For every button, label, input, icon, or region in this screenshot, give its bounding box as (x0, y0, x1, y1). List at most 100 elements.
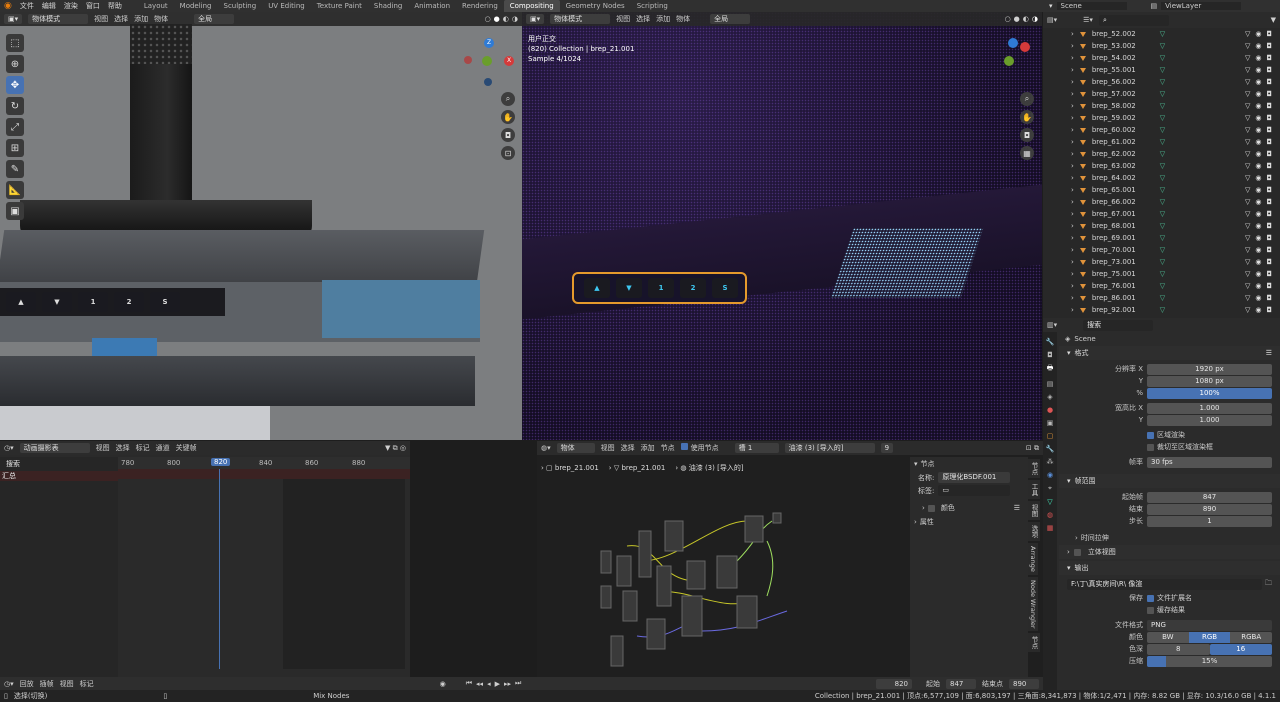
menu-view[interactable]: 视图 (616, 14, 630, 24)
filter-icon[interactable]: ▽ (1245, 306, 1250, 314)
material-select[interactable]: 油漆 (3) [导入的] (784, 443, 875, 453)
object-name[interactable]: brep_75.001 (1092, 270, 1136, 278)
menu-edit[interactable]: 编辑 (42, 1, 56, 11)
eye-icon[interactable]: ◉ (1255, 66, 1261, 74)
eye-icon[interactable]: ◉ (1255, 234, 1261, 242)
expand-arrow-icon[interactable]: › (1071, 90, 1074, 98)
breadcrumb-mesh[interactable]: › ▽ brep_21.001 (609, 464, 666, 472)
res-y-field[interactable]: 1080 px (1147, 375, 1272, 387)
zoom-icon[interactable]: ⌕ (501, 92, 515, 106)
pin-icon[interactable]: ⊡ ⧉ (1026, 444, 1039, 453)
axis-gizmo[interactable]: Z X (464, 38, 520, 94)
camera-icon[interactable]: ◘ (1266, 306, 1272, 314)
solid-shading-icon[interactable]: ● (494, 15, 500, 23)
outliner-row[interactable]: › brep_65.001 ▽ ▽ ◉ ◘ (1043, 184, 1280, 196)
menu-help[interactable]: 帮助 (108, 1, 122, 11)
editor-type-icon[interactable]: ▣▾ (4, 14, 23, 24)
expand-arrow-icon[interactable]: › (1071, 30, 1074, 38)
camera-icon[interactable]: ◘ (1266, 282, 1272, 290)
scale-icon[interactable]: ⤢ (6, 118, 24, 136)
filter-icon[interactable]: ▽ (1245, 42, 1250, 50)
file-format-select[interactable]: PNG (1147, 619, 1272, 631)
expand-arrow-icon[interactable]: › (1071, 234, 1074, 242)
move-icon[interactable]: ✥ (6, 76, 24, 94)
view-layer-name[interactable]: ViewLayer (1161, 2, 1242, 10)
outliner-row[interactable]: › brep_59.002 ▽ ▽ ◉ ◘ (1043, 112, 1280, 124)
expand-arrow-icon[interactable]: › (1071, 66, 1074, 74)
record-button[interactable]: ◉ (440, 680, 446, 688)
rendered-shading-icon[interactable]: ◑ (1032, 15, 1038, 23)
wire-shading-icon[interactable]: ○ (1005, 15, 1011, 23)
outliner-row[interactable]: › brep_64.002 ▽ ▽ ◉ ◘ (1043, 172, 1280, 184)
node-graph[interactable] (597, 501, 857, 671)
summary-channel[interactable]: 汇总 (0, 471, 118, 481)
camera-icon[interactable]: ◘ (1266, 198, 1272, 206)
filter-icon[interactable]: ▽ (1245, 198, 1250, 206)
menu-select[interactable]: 选择 (116, 443, 130, 453)
data-tab-icon[interactable]: ▽ (1047, 498, 1052, 506)
menu-object[interactable]: 物体 (154, 14, 168, 24)
outliner-row[interactable]: › brep_61.002 ▽ ▽ ◉ ◘ (1043, 136, 1280, 148)
view-layer-tab-icon[interactable]: ▤ (1047, 380, 1054, 388)
expand-arrow-icon[interactable]: › (1071, 210, 1074, 218)
breadcrumb-object[interactable]: › ▢ brep_21.001 (541, 464, 599, 472)
menu-view[interactable]: 视图 (94, 14, 108, 24)
frame-start-field[interactable]: 847 (1147, 491, 1272, 503)
expand-arrow-icon[interactable]: › (1071, 150, 1074, 158)
display-mode-icon[interactable]: ☰▾ (1083, 16, 1093, 24)
object-name[interactable]: brep_76.001 (1092, 282, 1136, 290)
filter-icon[interactable]: ▽ (1245, 294, 1250, 302)
filter-icon[interactable]: ▽ (1245, 54, 1250, 62)
color-rgba[interactable]: RGBA (1230, 631, 1273, 643)
camera-icon[interactable]: ◘ (1266, 174, 1272, 182)
node-editor-icon[interactable]: ◍▾ (541, 444, 551, 452)
time-stretch-header[interactable]: › 时间拉伸 (1059, 531, 1280, 545)
frame-range-header[interactable]: ▾ 帧范围 (1059, 474, 1280, 488)
eye-icon[interactable]: ◉ (1255, 306, 1261, 314)
menu-file[interactable]: 文件 (20, 1, 34, 11)
users-count[interactable]: 9 (880, 443, 894, 453)
node-color-section[interactable]: › 颜色 ☰ (910, 501, 1028, 515)
timeline-end-field[interactable]: 890 (1009, 678, 1039, 689)
object-tab-icon[interactable]: ▢ (1047, 432, 1054, 440)
object-name[interactable]: brep_66.002 (1092, 198, 1136, 206)
lock-icon[interactable]: ⊡ (501, 146, 515, 160)
outliner-row[interactable]: › brep_75.001 ▽ ▽ ◉ ◘ (1043, 268, 1280, 280)
filter-icon[interactable]: ▽ (1245, 222, 1250, 230)
transform-icon[interactable]: ⊞ (6, 139, 24, 157)
camera-icon[interactable]: ◘ (1266, 30, 1272, 38)
menu-view[interactable]: 视图 (601, 443, 615, 453)
object-name[interactable]: brep_69.001 (1092, 234, 1136, 242)
res-x-field[interactable]: 1920 px (1147, 363, 1272, 375)
outliner-row[interactable]: › brep_76.001 ▽ ▽ ◉ ◘ (1043, 280, 1280, 292)
playhead-line[interactable] (219, 469, 220, 669)
expand-arrow-icon[interactable]: › (1071, 138, 1074, 146)
camera-icon[interactable]: ◘ (1266, 222, 1272, 230)
menu-object[interactable]: 物体 (676, 14, 690, 24)
filter-icon[interactable]: ▽ (1245, 102, 1250, 110)
filter-icon[interactable]: ▽ (1245, 174, 1250, 182)
camera-icon[interactable]: ◘ (1266, 246, 1272, 254)
outliner-row[interactable]: › brep_60.002 ▽ ▽ ◉ ◘ (1043, 124, 1280, 136)
fps-select[interactable]: 30 fps (1147, 456, 1272, 468)
outliner-row[interactable]: › brep_70.001 ▽ ▽ ◉ ◘ (1043, 244, 1280, 256)
expand-arrow-icon[interactable]: › (1071, 114, 1074, 122)
depth-16[interactable]: 16 (1209, 643, 1272, 655)
slot-select[interactable]: 槽 1 (734, 443, 779, 453)
object-name[interactable]: brep_57.002 (1092, 90, 1136, 98)
menu-add[interactable]: 添加 (134, 14, 148, 24)
measure-icon[interactable]: 📐 (6, 181, 24, 199)
border-row[interactable]: 区域渲染 (1059, 429, 1272, 441)
eye-icon[interactable]: ◉ (1255, 282, 1261, 290)
camera-icon[interactable]: ◘ (1266, 234, 1272, 242)
expand-arrow-icon[interactable]: › (1071, 306, 1074, 314)
cursor-icon[interactable]: ⊕ (6, 55, 24, 73)
camera-icon[interactable]: ◘ (1266, 162, 1272, 170)
filter-icon[interactable]: ▽ (1245, 162, 1250, 170)
zoom-icon[interactable]: ⌕ (1020, 92, 1034, 106)
camera-icon[interactable]: ◘ (1266, 42, 1272, 50)
properties-editor-icon[interactable]: ▥▾ (1047, 321, 1057, 329)
wire-shading-icon[interactable]: ○ (485, 15, 491, 23)
scene-tab-icon[interactable]: ◈ (1047, 393, 1052, 401)
menu-marker[interactable]: 标记 (80, 679, 94, 689)
